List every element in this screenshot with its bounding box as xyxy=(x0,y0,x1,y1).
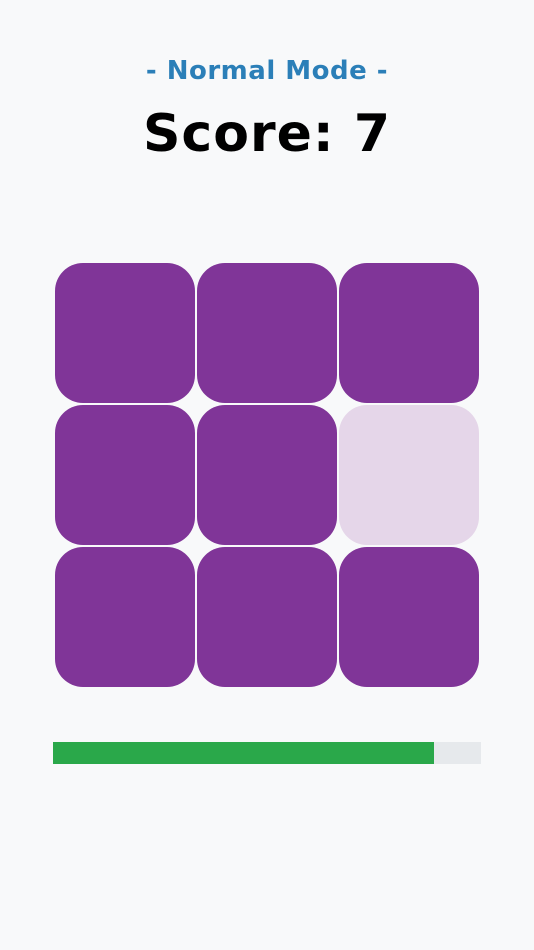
grid-tile-8[interactable] xyxy=(197,547,337,687)
grid-tile-4[interactable] xyxy=(55,405,195,545)
timer-progress-fill xyxy=(53,742,434,764)
grid-tile-7[interactable] xyxy=(55,547,195,687)
timer-progress-bar xyxy=(53,742,481,764)
tile-grid xyxy=(55,263,479,687)
grid-tile-2[interactable] xyxy=(197,263,337,403)
score-value: 7 xyxy=(353,104,391,164)
score-label: Score: xyxy=(142,104,335,164)
grid-tile-6-highlighted[interactable] xyxy=(339,405,479,545)
grid-tile-1[interactable] xyxy=(55,263,195,403)
grid-tile-3[interactable] xyxy=(339,263,479,403)
grid-tile-5[interactable] xyxy=(197,405,337,545)
grid-tile-9[interactable] xyxy=(339,547,479,687)
game-mode-label: - Normal Mode - xyxy=(145,56,389,86)
score-display: Score: 7 xyxy=(0,104,534,164)
